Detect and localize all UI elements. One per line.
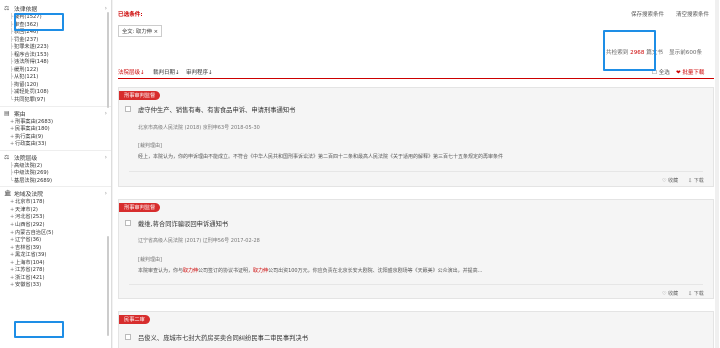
tree-item[interactable]: + 江苏省(278): [10, 267, 111, 275]
sort-procedure[interactable]: 审判程序↓: [186, 68, 213, 76]
tree-item[interactable]: └ 共同犯罪(97): [10, 97, 111, 105]
chevron-right-icon: ›: [104, 190, 107, 198]
collect-button[interactable]: ♡ 收藏: [662, 177, 678, 184]
building-icon: 🏛: [4, 190, 12, 198]
section-label: 案由: [14, 111, 26, 118]
divider: [0, 105, 111, 107]
chevron-right-icon: ›: [104, 5, 107, 12]
section-region-header[interactable]: 🏛 地域及法院 ›: [0, 188, 111, 199]
tree-item[interactable]: ├ 违法所得(148): [10, 59, 111, 67]
filter-sidebar: ⚖ 法律依据 › ├ 裁判(1527) ├ 审查(362) ├ 驳回(246) ├ 罚金…: [0, 0, 112, 348]
tree-item[interactable]: + 山西省(292): [10, 222, 111, 230]
tree-item[interactable]: + 内蒙古自治区(5): [10, 230, 111, 238]
highlight-box-judgment: [14, 13, 64, 31]
display-limit: 显示前600条: [669, 50, 703, 56]
court-level-tree: ├ 高级法院(2) ├ 中级法院(269) └ 基层法院(2689): [0, 163, 111, 186]
reason-text: 经上，本院认为，你的申诉理由不能成立。不符合《中华人民共和国刑事诉讼法》第二百四…: [138, 154, 504, 160]
keyword-highlight: 取力伸: [253, 268, 269, 274]
sidebar-scrollbar-1[interactable]: [107, 12, 109, 108]
section-court-level-header[interactable]: ⚖ 法院层级 ›: [0, 152, 111, 163]
tree-item[interactable]: ├ 减轻处罚(108): [10, 89, 111, 97]
sort-court-level[interactable]: 法院层级↓: [118, 68, 145, 76]
download-button[interactable]: ⇩ 下载: [688, 290, 704, 297]
highlight-box-result-count: [603, 30, 656, 71]
card-divider: [129, 284, 703, 285]
tree-item[interactable]: + 黑龙江省(39): [10, 252, 111, 260]
download-button[interactable]: ⇩ 下载: [688, 177, 704, 184]
case-type-tag: 刑事审判监督: [119, 91, 161, 100]
tree-item[interactable]: ├ 从犯(121): [10, 74, 111, 82]
case-title[interactable]: 戴维,蒋合同诈骗驳回申诉通知书: [138, 219, 228, 228]
reason-label: [裁判理由]: [138, 143, 162, 149]
collect-button[interactable]: ♡ 收藏: [662, 290, 678, 297]
tree-item[interactable]: ├ 中级法院(269): [10, 170, 111, 178]
condition-tag[interactable]: 全文: 取力伸 ×: [118, 25, 163, 37]
tree-item[interactable]: + 辽宁省(36): [10, 237, 111, 245]
divider: [0, 186, 111, 188]
select-checkbox[interactable]: [125, 106, 131, 112]
tree-item[interactable]: + 刑事案由(2683): [10, 119, 111, 127]
result-card: 刑事审判监督 戴维,蒋合同诈骗驳回申诉通知书 辽宁省高级人民法院 (2017) …: [118, 199, 714, 299]
save-search-button[interactable]: 保存搜索条件: [631, 10, 664, 18]
select-checkbox[interactable]: [125, 334, 131, 340]
section-label: 地域及法院: [14, 192, 43, 199]
sort-date[interactable]: 裁判日期↓: [153, 68, 180, 76]
scale-icon: ⚖: [4, 153, 10, 161]
section-label: 法院层级: [14, 155, 38, 162]
tree-item[interactable]: ├ 犯罪未遂(223): [10, 44, 111, 52]
clear-search-button[interactable]: 清空搜索条件: [676, 10, 709, 18]
case-meta: 北京市高级人民法院 (2018) 京刑申63号 2018-05-30: [138, 125, 260, 131]
keyword-highlight: 取力伸: [183, 268, 199, 274]
tree-item[interactable]: + 行政案由(33): [10, 141, 111, 149]
card-divider: [129, 171, 703, 172]
tree-item[interactable]: + 安徽省(33): [10, 282, 111, 290]
tree-item[interactable]: + 河北省(253): [10, 214, 111, 222]
chevron-right-icon: ›: [104, 109, 107, 117]
case-type-tag: 刑事审判监督: [119, 203, 161, 212]
batch-download-button[interactable]: ❤ 批量下载: [676, 68, 704, 76]
tree-item[interactable]: + 北京市(178): [10, 199, 111, 207]
reason-text: 本院审查认为，你与取力伸公司签订的协议书证明，取力伸公司出资100万元，你应负责…: [138, 268, 483, 274]
sort-divider: [118, 78, 714, 79]
region-tree: + 北京市(178) + 天津市(2) + 河北省(253) + 山西省(292) + 内…: [0, 199, 111, 290]
selected-conditions-label: 已选条件:: [118, 12, 143, 18]
reason-label: [裁判理由]: [138, 257, 162, 263]
select-checkbox[interactable]: [125, 220, 131, 226]
divider: [0, 149, 111, 151]
result-card: 民事二审 吕俊义、庞城市七封大药房买卖合同纠纷民事二审民事判决书: [118, 311, 714, 348]
case-title[interactable]: 吕俊义、庞城市七封大药房买卖合同纠纷民事二审民事判决书: [138, 333, 308, 342]
case-meta: 辽宁省高级人民法院 (2017) 辽刑申56号 2017-02-28: [138, 238, 260, 244]
highlight-box-zhejiang: [14, 321, 64, 338]
sidebar-scrollbar-2[interactable]: [107, 236, 109, 336]
section-case-cause-header[interactable]: ▤ 案由 ›: [0, 108, 111, 119]
tree-item[interactable]: + 民事案由(180): [10, 126, 111, 134]
case-cause-tree: + 刑事案由(2683) + 民事案由(180) + 执行案由(9) + 行政案由(33…: [0, 119, 111, 149]
section-label: 法律依据: [14, 7, 38, 13]
case-title[interactable]: 虚守仲生产、销售有毒、有害食品申诉、申请刑事通知书: [138, 105, 295, 114]
list-icon: ▤: [4, 109, 10, 117]
chevron-right-icon: ›: [104, 153, 107, 161]
main-scrollbar[interactable]: [715, 0, 719, 348]
result-card: 刑事审判监督 虚守仲生产、销售有毒、有害食品申诉、申请刑事通知书 北京市高级人民…: [118, 87, 714, 187]
tree-item[interactable]: └ 基层法院(2689): [10, 178, 111, 186]
scale-icon: ⚖: [4, 5, 10, 12]
case-type-tag: 民事二审: [119, 315, 150, 324]
